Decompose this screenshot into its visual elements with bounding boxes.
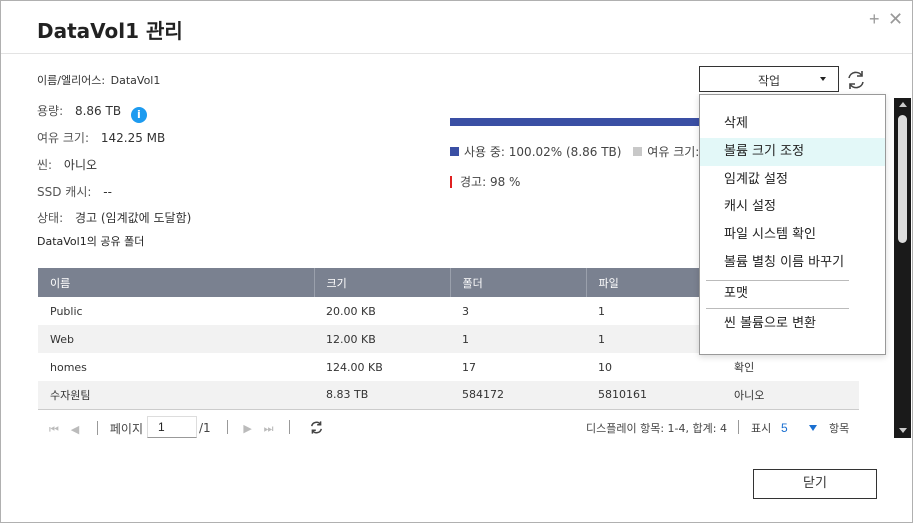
menu-divider: [706, 308, 849, 309]
free-size-label: 여유 크기:: [37, 131, 90, 145]
alias-label: 이름/엘리어스:: [37, 74, 106, 87]
page-number-input[interactable]: 1: [147, 416, 197, 438]
capacity-label: 용량:: [37, 104, 64, 118]
cell-folders: 1: [450, 325, 586, 353]
cell-size: 8.83 TB: [314, 381, 450, 410]
per-page-select[interactable]: 5: [777, 418, 821, 438]
pager-divider: [226, 420, 228, 434]
next-page-icon[interactable]: ▶: [243, 422, 251, 435]
status-label: 상태:: [37, 211, 64, 225]
used-text: 사용 중: 100.02% (8.86 TB): [464, 145, 622, 159]
status-row: 상태: 경고 (임계값에 도달함): [37, 209, 191, 226]
menu-item-convert-thin[interactable]: 씬 볼륨으로 변환: [700, 310, 885, 338]
action-dropdown-button[interactable]: 작업: [699, 66, 839, 92]
pager-divider: [97, 421, 99, 435]
menu-item-delete[interactable]: 삭제: [700, 110, 885, 138]
menu-item-set-threshold[interactable]: 임계값 설정: [700, 166, 885, 194]
cell-name: Web: [38, 325, 314, 353]
pager-divider: [738, 420, 740, 434]
cell-folders: 584172: [450, 381, 586, 410]
last-page-icon[interactable]: ⏭: [264, 422, 274, 435]
info-icon[interactable]: i: [130, 107, 147, 123]
display-info: 디스플레이 항목: 1-4, 합계: 4 표시: [586, 420, 771, 436]
caret-down-icon: [809, 425, 817, 431]
show-label: 표시: [750, 422, 772, 435]
close-icon[interactable]: ✕: [888, 9, 903, 30]
cell-size: 12.00 KB: [314, 325, 450, 353]
per-page-value: 5: [781, 421, 788, 435]
caret-down-icon: [820, 77, 826, 81]
close-button[interactable]: 닫기: [753, 469, 877, 499]
thin-value: 아니오: [63, 158, 98, 172]
first-page-icon[interactable]: ⏮: [49, 423, 59, 436]
scroll-up-icon[interactable]: [899, 102, 907, 107]
dialog-title: DataVol1 관리: [37, 19, 183, 43]
refresh-icon[interactable]: [845, 69, 867, 91]
table-row[interactable]: homes 124.00 KB 17 10 확인: [38, 353, 859, 381]
menu-item-cache-settings[interactable]: 캐시 설정: [700, 193, 885, 221]
threshold-text: 경고: 98 %: [460, 175, 521, 189]
volume-management-dialog: DataVol1 관리 + ✕ 이름/엘리어스: DataVol1 용량: 8.…: [0, 0, 913, 523]
shared-folders-title: DataVol1의 공유 폴더: [37, 235, 145, 248]
capacity-row: 용량: 8.86 TB i: [37, 102, 147, 123]
ssd-cache-value: --: [103, 185, 112, 199]
cell-size: 124.00 KB: [326, 360, 383, 374]
menu-item-format[interactable]: 포맷: [700, 280, 885, 308]
cell-extra: 아니오: [722, 381, 859, 410]
alias-value: DataVol1: [110, 74, 161, 87]
capacity-value: 8.86 TB: [74, 104, 122, 118]
menu-item-rename-alias[interactable]: 볼륨 별칭 이름 바꾸기: [700, 249, 885, 277]
items-label: 항목: [829, 422, 850, 435]
pager-divider: [289, 420, 291, 434]
title-divider: [1, 53, 912, 54]
cell-name: Public: [50, 304, 83, 318]
page-total: /1: [199, 421, 211, 435]
cell-name: 수자원팀: [38, 381, 314, 410]
display-text: 디스플레이 항목: 1-4, 합계: 4: [586, 422, 727, 435]
used-swatch: [450, 147, 459, 156]
cell-files: 10: [598, 360, 612, 374]
cell-extra: 확인: [734, 361, 755, 374]
action-label: 작업: [757, 74, 781, 88]
threshold-marker: [450, 176, 452, 188]
plus-icon[interactable]: +: [869, 9, 880, 30]
pager-left: ⏮ ◀ 페이지: [49, 420, 143, 437]
cell-files: 5810161: [586, 381, 722, 410]
menu-item-check-filesystem[interactable]: 파일 시스템 확인: [700, 221, 885, 249]
col-folders-header[interactable]: 폴더: [450, 268, 587, 297]
free-swatch: [633, 147, 643, 156]
free-size-row: 여유 크기: 142.25 MB: [37, 129, 165, 146]
table-row[interactable]: 수자원팀 8.83 TB 584172 5810161 아니오: [38, 381, 859, 410]
action-menu: 삭제 볼륨 크기 조정 임계값 설정 캐시 설정 파일 시스템 확인 볼륨 별칭…: [699, 94, 886, 355]
threshold-legend: 경고: 98 %: [450, 173, 520, 190]
ssd-cache-row: SSD 캐시: --: [37, 183, 112, 200]
scroll-down-icon[interactable]: [899, 428, 907, 433]
prev-page-icon[interactable]: ◀: [71, 423, 79, 436]
usage-legend: 사용 중: 100.02% (8.86 TB) 여유 크기: 0.: [450, 143, 715, 160]
cell-folders: 17: [462, 360, 476, 374]
page-label: 페이지: [109, 422, 143, 436]
cell-folders: 3: [462, 304, 469, 318]
scrollbar-thumb[interactable]: [898, 115, 907, 243]
free-size-value: 142.25 MB: [100, 131, 166, 145]
pager-right: /1 ▶ ⏭: [199, 420, 291, 436]
thin-label: 씬:: [37, 158, 53, 172]
col-size-header[interactable]: 크기: [314, 268, 451, 297]
ssd-cache-label: SSD 캐시:: [37, 185, 92, 199]
cell-name: homes: [50, 360, 87, 374]
col-name-header[interactable]: 이름: [38, 268, 315, 297]
thin-row: 씬: 아니오: [37, 156, 97, 173]
cell-size: 20.00 KB: [326, 304, 376, 318]
table-refresh-icon[interactable]: [309, 420, 324, 435]
alias-row: 이름/엘리어스: DataVol1: [37, 72, 160, 88]
menu-item-resize-volume[interactable]: 볼륨 크기 조정: [700, 138, 885, 166]
usage-bar: [450, 118, 700, 126]
status-value: 경고 (임계값에 도달함): [74, 211, 192, 225]
